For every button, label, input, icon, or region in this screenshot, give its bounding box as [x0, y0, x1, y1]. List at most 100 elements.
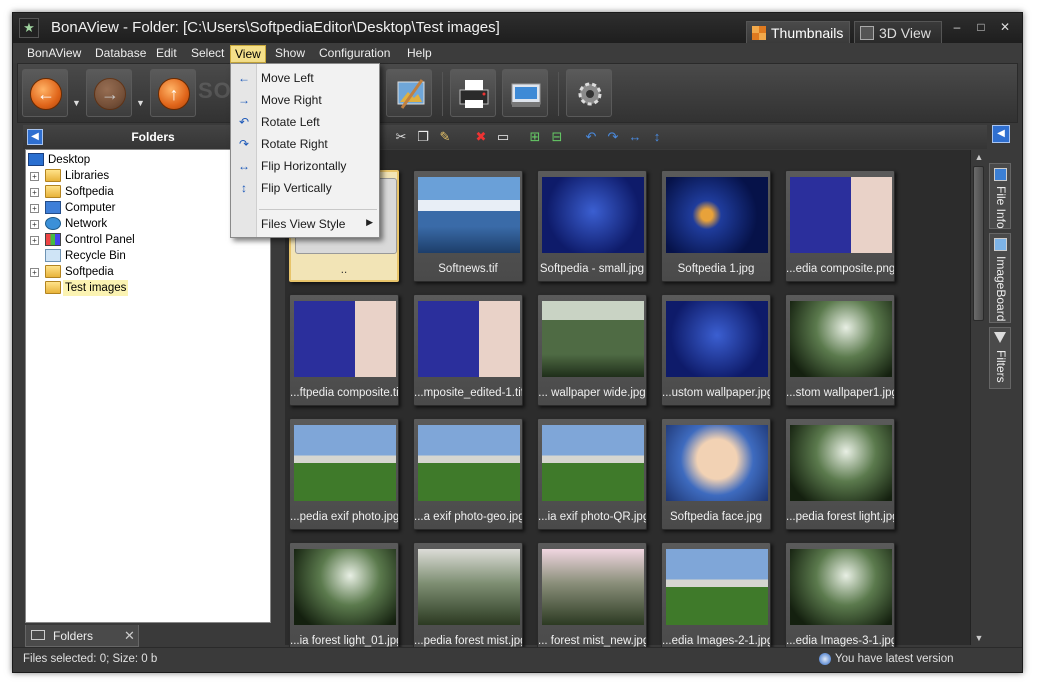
thumbnail-card[interactable]: ...stom wallpaper1.jpg — [785, 294, 895, 406]
tab-3d-view[interactable]: 3D View — [854, 21, 942, 43]
menu-item-label: Move Right — [261, 93, 322, 107]
maximize-button[interactable]: □ — [970, 19, 992, 35]
copy-icon[interactable]: ❐ — [415, 129, 431, 145]
menu-item-rotate-left[interactable]: ↶ Rotate Left — [231, 111, 379, 133]
thumbnail-card[interactable]: Softnews.tif — [413, 170, 523, 282]
tree-expander[interactable]: + — [30, 220, 39, 229]
rotate-right-icon[interactable]: ↷ — [605, 129, 621, 145]
thumbnail-card[interactable]: ...ustom wallpaper.jpg — [661, 294, 771, 406]
rotate-left-icon[interactable]: ↶ — [583, 129, 599, 145]
thumbnail-grid[interactable]: .. Softnews.tif Softpedia - small.jpg Softp… — [285, 150, 970, 654]
menu-item-flip-horizontally[interactable]: ↔ Flip Horizontally — [231, 155, 379, 177]
version-status[interactable]: You have latest version — [835, 653, 954, 665]
thumbnail-card[interactable]: ...pedia exif photo.jpg — [289, 418, 399, 530]
thumbnail-filename: ...edia composite.png — [786, 263, 894, 275]
thumbnail-card[interactable]: ...edia Images-3-1.jpg — [785, 542, 895, 654]
menu-item-move-left[interactable]: ← Move Left — [231, 67, 379, 89]
thumbnail-card[interactable]: ...edia Images-2-1.jpg — [661, 542, 771, 654]
flip-horizontal-icon[interactable]: ↔ — [627, 129, 643, 145]
edit-image-button[interactable] — [386, 69, 432, 117]
thumbnail-image — [666, 301, 768, 377]
tree-expander[interactable]: + — [30, 204, 39, 213]
thumbnail-image — [418, 549, 520, 625]
thumbnail-card[interactable]: Softpedia - small.jpg — [537, 170, 647, 282]
menu-select[interactable]: Select — [187, 45, 228, 63]
thumbnail-card[interactable]: ...pedia forest mist.jpg — [413, 542, 523, 654]
menu-show[interactable]: Show — [271, 45, 309, 63]
forward-button[interactable]: → — [86, 69, 132, 117]
status-bar: Files selected: 0; Size: 0 b You have la… — [13, 647, 1022, 672]
menu-item-label: Move Left — [261, 71, 314, 85]
tree-item-label: Libraries — [65, 170, 110, 182]
menu-view[interactable]: View — [230, 45, 266, 63]
scan-button[interactable] — [502, 69, 548, 117]
tab-3d-view-label: 3D View — [879, 25, 931, 41]
thumbnail-card[interactable]: ...ia forest light_01.jpg — [289, 542, 399, 654]
menu-item-files-view-style[interactable]: Files View Style ▶ — [231, 213, 379, 235]
menu-configuration[interactable]: Configuration — [315, 45, 394, 63]
folder-icon — [45, 281, 61, 294]
forward-arrow-glyph: → — [101, 84, 119, 104]
menu-database[interactable]: Database — [91, 45, 150, 63]
close-button[interactable]: ✕ — [994, 19, 1016, 35]
side-tab-filters[interactable]: Filters — [989, 327, 1011, 389]
side-tab-file-info[interactable]: File Info — [989, 163, 1011, 229]
tree-expander[interactable]: + — [30, 268, 39, 277]
selection-status: Files selected: 0; Size: 0 b — [23, 653, 158, 665]
thumbnail-card[interactable]: ...pedia forest light.jpg — [785, 418, 895, 530]
thumbnail-card[interactable]: ...a exif photo-geo.jpg — [413, 418, 523, 530]
thumbnail-card[interactable]: ...mposite_edited-1.tif — [413, 294, 523, 406]
forward-dropdown-icon[interactable]: ▼ — [136, 98, 146, 108]
back-dropdown-icon[interactable]: ▼ — [72, 98, 82, 108]
menu-help[interactable]: Help — [403, 45, 436, 63]
thumbnail-filename: ...ftpedia composite.tif — [290, 387, 398, 399]
back-button[interactable]: ← — [22, 69, 68, 117]
scroll-down-icon[interactable]: ▼ — [971, 631, 987, 645]
thumbnail-card[interactable]: ...ftpedia composite.tif — [289, 294, 399, 406]
side-tab-imageboard[interactable]: ImageBoard — [989, 233, 1011, 323]
thumbnail-card[interactable]: ... forest mist_new.jpg — [537, 542, 647, 654]
flip-vertical-icon[interactable]: ↕ — [649, 129, 665, 145]
tab-thumbnails[interactable]: Thumbnails — [746, 21, 850, 43]
tree-expander[interactable]: + — [30, 236, 39, 245]
menu-bonaview[interactable]: BonAView — [23, 45, 85, 63]
thumbnail-filename: ... wallpaper wide.jpg — [538, 387, 646, 399]
export-icon[interactable]: ⊟ — [549, 129, 565, 145]
thumbnail-card[interactable]: Softpedia face.jpg — [661, 418, 771, 530]
settings-button[interactable] — [566, 69, 612, 117]
printer-icon — [459, 80, 489, 108]
menu-item-move-right[interactable]: → Move Right — [231, 89, 379, 111]
thumbnail-filename: ...pedia forest light.jpg — [786, 511, 894, 523]
tree-expander[interactable]: + — [30, 172, 39, 181]
vertical-scrollbar[interactable]: ▲ ▼ — [970, 150, 986, 645]
print-button[interactable] — [450, 69, 496, 117]
folder-icon — [45, 169, 61, 182]
tree-expander[interactable]: + — [30, 188, 39, 197]
delete-icon[interactable]: ✖ — [473, 129, 489, 145]
menu-item-rotate-right[interactable]: ↷ Rotate Right — [231, 133, 379, 155]
scroll-thumb[interactable] — [973, 166, 984, 321]
menu-edit[interactable]: Edit — [152, 45, 181, 63]
import-icon[interactable]: ⊞ — [527, 129, 543, 145]
side-panel-expand-button[interactable]: ◀ — [992, 125, 1010, 143]
thumbnail-card[interactable]: ...edia composite.png — [785, 170, 895, 282]
menu-item-flip-vertically[interactable]: ↕ Flip Vertically — [231, 177, 379, 199]
scroll-up-icon[interactable]: ▲ — [971, 150, 987, 164]
thumbnail-card[interactable]: ... wallpaper wide.jpg — [537, 294, 647, 406]
3d-view-icon — [860, 26, 874, 40]
flip-horizontal-icon: ↔ — [238, 159, 250, 173]
close-icon[interactable]: ✕ — [124, 628, 135, 644]
rename-icon[interactable]: ▭ — [495, 129, 511, 145]
paint-icon — [397, 79, 425, 109]
thumbnail-filename: Softpedia - small.jpg — [539, 263, 645, 275]
paste-icon[interactable]: ✎ — [437, 129, 453, 145]
minimize-button[interactable]: – — [946, 19, 968, 35]
thumbnail-card[interactable]: Softpedia 1.jpg — [661, 170, 771, 282]
tree-item-label: Desktop — [48, 154, 91, 166]
folders-dock-tab[interactable]: Folders ✕ — [25, 625, 139, 647]
tree-item-label: Computer — [65, 202, 116, 214]
flip-vertical-icon: ↕ — [241, 181, 247, 195]
thumbnail-card[interactable]: ...ia exif photo-QR.jpg — [537, 418, 647, 530]
cut-icon[interactable]: ✂ — [393, 129, 409, 145]
up-folder-button[interactable]: ↑ — [150, 69, 196, 117]
